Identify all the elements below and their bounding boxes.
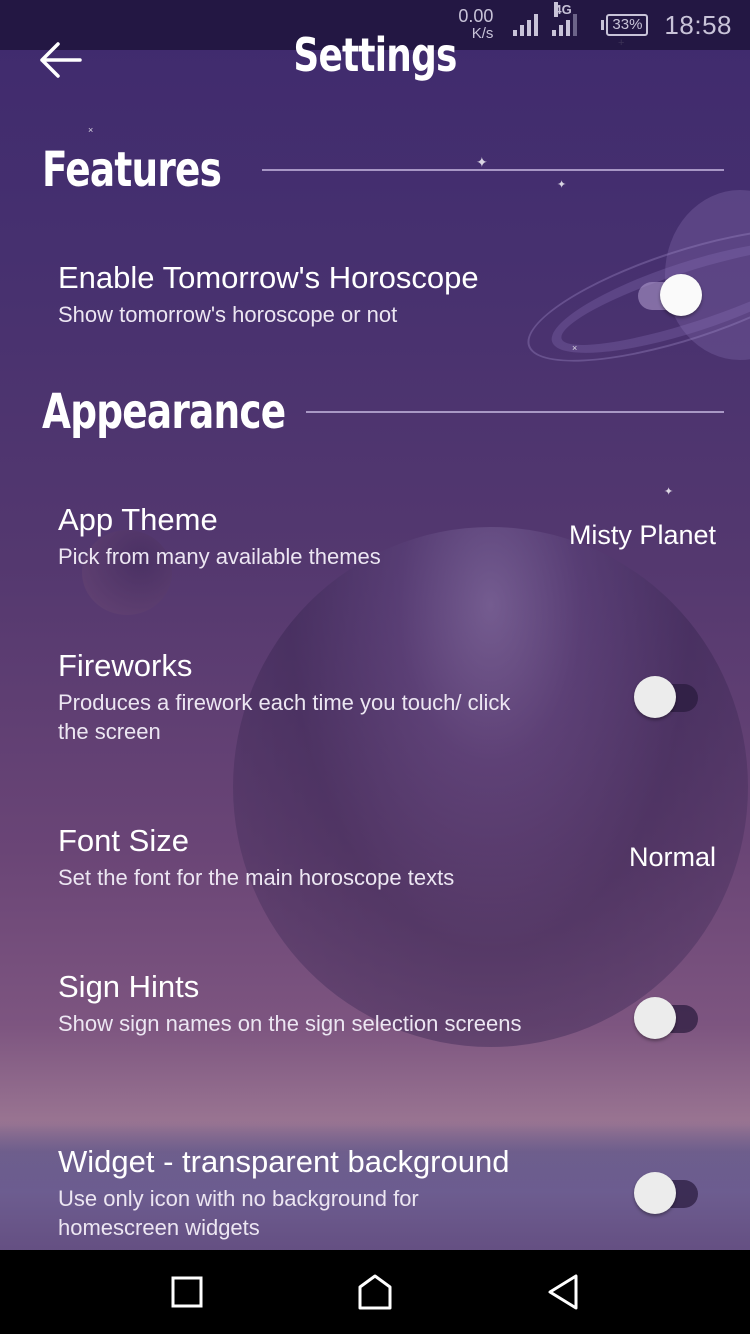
pref-title: Widget - transparent background [58, 1144, 510, 1179]
pref-summary: Show tomorrow's horoscope or not [58, 302, 398, 327]
section-title: Features [42, 142, 222, 198]
toggle-thumb [634, 997, 676, 1039]
network-speed-value: 0.00 [458, 6, 494, 26]
toggle-thumb [634, 676, 676, 718]
toggle-thumb [660, 274, 702, 316]
star-icon: × [572, 343, 578, 353]
home-icon [358, 1274, 392, 1310]
pref-app-theme[interactable]: App Theme Pick from many available theme… [58, 502, 718, 582]
back-nav-button[interactable] [533, 1268, 593, 1316]
pref-summary: Use only icon with no background for hom… [58, 1186, 419, 1240]
section-title: Appearance [42, 384, 286, 440]
arrow-left-icon [40, 42, 82, 78]
home-button[interactable] [345, 1268, 405, 1316]
star-icon: × [88, 125, 94, 135]
square-recents-icon [171, 1276, 203, 1308]
triangle-back-icon [548, 1274, 578, 1310]
app-bar: Settings [0, 28, 750, 98]
settings-screen: ✦ ✦ ✦ + × × 0.00 K/s 4G 33% 18:58 Settin… [0, 0, 750, 1250]
section-divider [261, 169, 724, 171]
pref-widget-transparent-background[interactable]: Widget - transparent background Use only… [58, 1144, 718, 1250]
pref-fireworks[interactable]: Fireworks Produces a firework each time … [58, 648, 718, 758]
pref-font-size[interactable]: Font Size Set the font for the main horo… [58, 823, 718, 903]
toggle-switch[interactable] [634, 674, 704, 718]
section-header-features: Features [42, 142, 724, 198]
pref-summary: Set the font for the main horoscope text… [58, 865, 455, 890]
system-navigation-bar [0, 1250, 750, 1334]
toggle-switch[interactable] [634, 995, 704, 1039]
section-header-appearance: Appearance [42, 384, 724, 440]
network-type: 4G [554, 2, 572, 17]
pref-summary: Show sign names on the sign selection sc… [58, 1011, 522, 1036]
pref-summary: Pick from many available themes [58, 544, 381, 569]
toggle-thumb [634, 1172, 676, 1214]
back-button[interactable] [36, 36, 84, 84]
section-divider [306, 411, 724, 413]
pref-value: Misty Planet [568, 520, 716, 550]
page-title: Settings [293, 28, 457, 82]
pref-title: Fireworks [58, 648, 193, 683]
pref-title: Font Size [58, 823, 189, 858]
pref-value: Normal [628, 842, 716, 872]
pref-sign-hints[interactable]: Sign Hints Show sign names on the sign s… [58, 969, 718, 1079]
pref-summary: Produces a firework each time you touch/… [58, 690, 511, 744]
pref-title: Sign Hints [58, 969, 200, 1004]
recents-button[interactable] [157, 1268, 217, 1316]
pref-title: Enable Tomorrow's Horoscope [58, 260, 479, 295]
toggle-switch[interactable] [634, 272, 704, 316]
star-icon: ✦ [664, 486, 674, 498]
toggle-switch[interactable] [634, 1170, 704, 1214]
pref-enable-tomorrow-horoscope[interactable]: Enable Tomorrow's Horoscope Show tomorro… [58, 260, 718, 340]
